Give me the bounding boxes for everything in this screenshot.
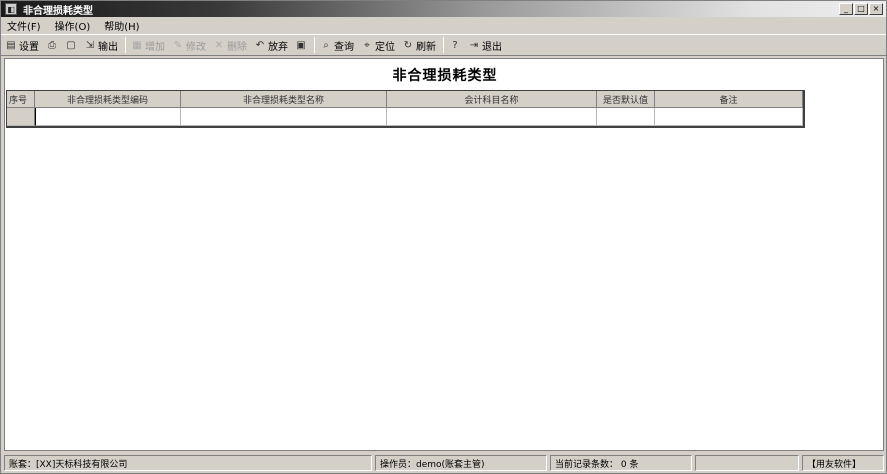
close-button[interactable]: × — [869, 3, 883, 15]
add-button[interactable]: ▦ 增加 — [131, 38, 165, 53]
undo-label: 放弃 — [268, 41, 288, 53]
code-cell[interactable] — [35, 108, 181, 126]
delete-button[interactable]: ✕ 删除 — [213, 38, 247, 53]
delete-icon: ✕ — [214, 39, 224, 51]
locate-button[interactable]: ⌖ 定位 — [361, 38, 395, 53]
add-icon: ▦ — [132, 39, 142, 51]
app-icon: ◧ — [5, 3, 17, 15]
refresh-icon: ↻ — [403, 39, 413, 51]
locate-icon: ⌖ — [364, 39, 370, 51]
title-bar[interactable]: ◧ 非合理损耗类型 _ □ × — [1, 1, 886, 17]
exit-label: 退出 — [482, 41, 502, 53]
name-cell[interactable] — [181, 108, 387, 126]
column-header-index[interactable]: 序号 — [7, 91, 35, 108]
export-icon: ⇲ — [85, 39, 95, 51]
print-button[interactable]: ⎙ — [46, 39, 58, 51]
menu-operate[interactable]: 操作(O) — [55, 18, 91, 33]
column-header-name[interactable]: 非合理损耗类型名称 — [181, 91, 387, 108]
app-window: ◧ 非合理损耗类型 _ □ × 文件(F) 操作(O) 帮助(H) ▤ 设置 ⎙… — [0, 0, 887, 474]
save-button[interactable]: ▣ — [295, 39, 307, 51]
menu-file[interactable]: 文件(F) — [7, 18, 41, 33]
grid-header-row: 序号 非合理损耗类型编码 非合理损耗类型名称 会计科目名称 是否默认值 备注 — [7, 91, 803, 108]
save-icon: ▣ — [296, 39, 306, 51]
edit-button[interactable]: ✎ 修改 — [172, 38, 206, 53]
toolbar: ▤ 设置 ⎙ ▢ ⇲ 输出 ▦ 增加 ✎ 修改 ✕ 删除 ↶ 放弃 ▣ ⌕ 查询… — [1, 34, 886, 56]
export-button[interactable]: ⇲ 输出 — [84, 38, 118, 53]
settings-label: 设置 — [19, 41, 39, 53]
export-label: 输出 — [98, 41, 118, 53]
main-panel: 非合理损耗类型 序号 非合理损耗类型编码 非合理损耗类型名称 会计科目名称 是否… — [4, 58, 884, 451]
preview-button[interactable]: ▢ — [65, 39, 77, 51]
menu-bar: 文件(F) 操作(O) 帮助(H) — [1, 17, 886, 33]
query-icon: ⌕ — [323, 39, 329, 51]
help-button[interactable]: ? — [449, 39, 461, 51]
status-empty — [695, 455, 799, 471]
maximize-button[interactable]: □ — [854, 3, 868, 15]
column-header-account[interactable]: 会计科目名称 — [387, 91, 597, 108]
column-header-remark[interactable]: 备注 — [655, 91, 803, 108]
exit-icon: ⇥ — [469, 39, 479, 51]
remark-cell[interactable] — [655, 108, 803, 126]
toolbar-separator — [125, 37, 126, 53]
status-account: 账套：[XX]天标科技有限公司 — [4, 455, 372, 471]
add-label: 增加 — [145, 41, 165, 53]
preview-icon: ▢ — [66, 39, 76, 51]
default-cell[interactable] — [597, 108, 655, 126]
undo-button[interactable]: ↶ 放弃 — [254, 38, 288, 53]
exit-button[interactable]: ⇥ 退出 — [468, 38, 502, 53]
toolbar-separator — [314, 37, 315, 53]
settings-icon: ▤ — [6, 39, 16, 51]
minimize-button[interactable]: _ — [839, 3, 853, 15]
locate-label: 定位 — [375, 41, 395, 53]
data-grid[interactable]: 序号 非合理损耗类型编码 非合理损耗类型名称 会计科目名称 是否默认值 备注 — [6, 90, 805, 128]
page-title: 非合理损耗类型 — [392, 68, 498, 84]
column-header-code[interactable]: 非合理损耗类型编码 — [35, 91, 181, 108]
delete-label: 删除 — [227, 41, 247, 53]
account-cell[interactable] — [387, 108, 597, 126]
row-index-cell[interactable] — [7, 108, 35, 126]
status-record-count: 当前记录条数： 0 条 — [550, 455, 692, 471]
window-controls: _ □ × — [839, 3, 883, 15]
status-operator: 操作员：demo(账套主管) — [375, 455, 547, 471]
print-icon: ⎙ — [48, 39, 56, 51]
edit-label: 修改 — [186, 41, 206, 53]
refresh-label: 刷新 — [416, 41, 436, 53]
window-title: 非合理损耗类型 — [23, 5, 93, 17]
query-button[interactable]: ⌕ 查询 — [320, 38, 354, 53]
menu-help[interactable]: 帮助(H) — [104, 18, 139, 33]
refresh-button[interactable]: ↻ 刷新 — [402, 38, 436, 53]
undo-icon: ↶ — [255, 39, 265, 51]
status-brand: 【用友软件】 — [802, 455, 884, 471]
settings-button[interactable]: ▤ 设置 — [5, 38, 39, 53]
toolbar-separator — [443, 37, 444, 53]
help-icon: ? — [452, 39, 458, 51]
edit-icon: ✎ — [173, 39, 183, 51]
query-label: 查询 — [334, 41, 354, 53]
table-row[interactable] — [7, 108, 803, 126]
status-bar: 账套：[XX]天标科技有限公司 操作员：demo(账套主管) 当前记录条数： 0… — [1, 453, 886, 473]
column-header-default[interactable]: 是否默认值 — [597, 91, 655, 108]
